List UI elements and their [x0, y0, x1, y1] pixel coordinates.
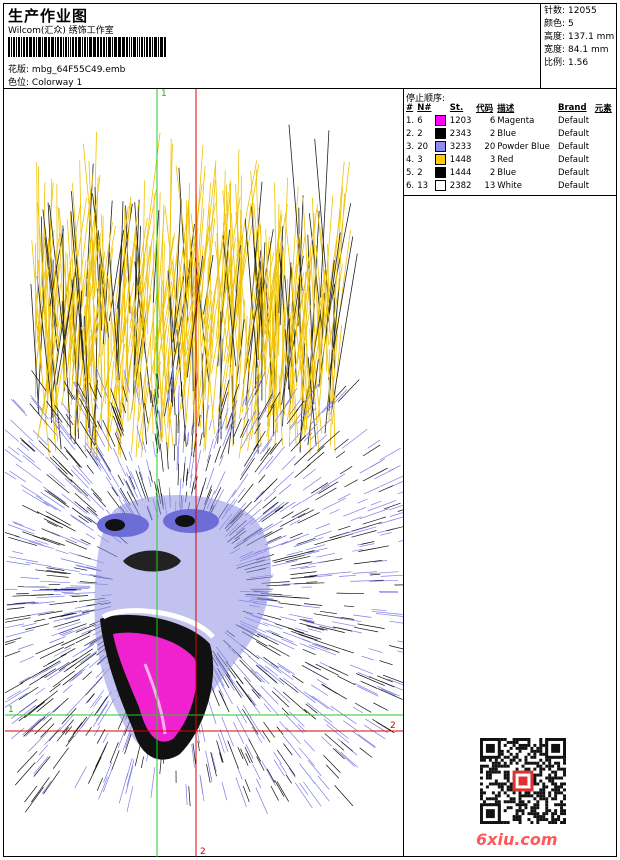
row-element: [594, 127, 615, 140]
table-row: 3. 20 3233 20 Powder Blue Default: [405, 140, 615, 153]
row-swatch: [434, 140, 448, 153]
table-row: 5. 2 1444 2 Blue Default: [405, 166, 615, 179]
col-description: 描述: [497, 104, 515, 114]
row-description: White: [497, 180, 522, 191]
row-stitches: 1448: [449, 154, 472, 165]
studio-subtitle: Wilcom(汇众) 绣饰工作室: [8, 26, 114, 36]
stats-divider: [540, 3, 541, 89]
row-element: [594, 179, 615, 192]
stats-block: 针数: 12055 颜色: 5 高度: 137.1 mm 宽度: 84.1 mm 比例:…: [544, 5, 614, 70]
row-stitches: 1203: [449, 115, 472, 126]
row-code: 3: [489, 154, 496, 165]
barcode: [8, 37, 192, 57]
colorway-value: Colorway 1: [31, 78, 83, 88]
red-axis-bottom-label: 2: [200, 847, 206, 857]
row-element: [594, 114, 615, 127]
stat-stitches: 针数: 12055: [544, 6, 597, 16]
stat-width: 宽度: 84.1 mm: [544, 45, 609, 55]
row-brand: Default: [558, 180, 590, 191]
col-code: 代码: [476, 104, 494, 114]
row-description: Magenta: [497, 115, 535, 126]
stat-colors: 颜色: 5: [544, 19, 574, 29]
col-index: #: [406, 103, 414, 113]
site-watermark: 6xiu.com: [476, 830, 558, 849]
design-file-row: 花版: mbg_64F55C49.emb: [8, 62, 125, 75]
row-brand: Default: [558, 154, 590, 165]
col-element: 元素: [594, 104, 612, 114]
row-swatch: [434, 114, 448, 127]
color-swatch: [435, 154, 447, 165]
row-code: 13: [484, 180, 496, 191]
row-description: Red: [497, 154, 514, 165]
green-axis-top-label: 1: [161, 89, 167, 99]
color-swatch: [435, 167, 447, 178]
row-brand: Default: [558, 128, 590, 139]
row-code: 6: [489, 115, 496, 126]
table-row: 1. 6 1203 6 Magenta Default: [405, 114, 615, 127]
colorway-row: 色位: Colorway 1: [8, 75, 82, 88]
green-axis-left-label: 1: [8, 705, 14, 715]
row-swatch: [434, 166, 448, 179]
col-needle: N#: [417, 103, 432, 113]
row-element: [594, 166, 615, 179]
row-brand: Default: [558, 141, 590, 152]
qr-code: [480, 738, 566, 824]
row-needle: 2: [417, 128, 423, 139]
embroidery-artwork: [5, 89, 403, 857]
row-brand: Default: [558, 115, 590, 126]
row-description: Blue: [497, 128, 517, 139]
col-stitches: St.: [449, 103, 464, 113]
col-swatch: [434, 102, 448, 114]
design-file-value: mbg_64F55C49.emb: [31, 65, 126, 75]
color-stop-table: # N# St. 代码 描述 Brand 元素 1. 6 1203 6 Magenta D…: [405, 102, 615, 192]
row-stitches: 3233: [449, 141, 472, 152]
color-swatch: [435, 180, 447, 191]
row-swatch: [434, 153, 448, 166]
panel-divider: [403, 88, 404, 857]
table-row: 4. 3 1448 3 Red Default: [405, 153, 615, 166]
colorway-label: 色位:: [8, 78, 30, 88]
row-stitches: 2382: [449, 180, 472, 191]
row-code: 2: [489, 128, 496, 139]
col-brand: Brand: [558, 103, 587, 113]
row-description: Blue: [497, 167, 517, 178]
row-code: 20: [484, 141, 496, 152]
table-bottom-rule: [403, 195, 617, 196]
color-swatch: [435, 128, 447, 139]
row-code: 2: [489, 167, 496, 178]
stat-scale: 比例: 1.56: [544, 58, 589, 68]
row-brand: Default: [558, 167, 590, 178]
row-index: 6.: [406, 180, 415, 191]
row-index: 4.: [406, 154, 415, 165]
table-row: 6. 13 2382 13 White Default: [405, 179, 615, 192]
row-index: 3.: [406, 141, 415, 152]
row-stitches: 1444: [449, 167, 472, 178]
row-description: Powder Blue: [497, 141, 550, 152]
row-index: 2.: [406, 128, 415, 139]
design-file-label: 花版:: [8, 65, 30, 75]
red-axis-right-label: 2: [390, 721, 396, 731]
row-needle: 13: [417, 180, 429, 191]
row-index: 5.: [406, 167, 415, 178]
row-swatch: [434, 179, 448, 192]
row-element: [594, 153, 615, 166]
row-element: [594, 140, 615, 153]
row-stitches: 2343: [449, 128, 472, 139]
stitch-hair-layer: [30, 124, 358, 459]
stat-height: 高度: 137.1 mm: [544, 32, 615, 42]
row-needle: 20: [417, 141, 429, 152]
color-swatch: [435, 141, 447, 152]
table-header-row: # N# St. 代码 描述 Brand 元素: [405, 102, 615, 114]
row-needle: 6: [417, 115, 423, 126]
row-swatch: [434, 127, 448, 140]
row-needle: 3: [417, 154, 423, 165]
color-swatch: [435, 115, 447, 126]
row-index: 1.: [406, 115, 415, 126]
table-row: 2. 2 2343 2 Blue Default: [405, 127, 615, 140]
row-needle: 2: [417, 167, 423, 178]
